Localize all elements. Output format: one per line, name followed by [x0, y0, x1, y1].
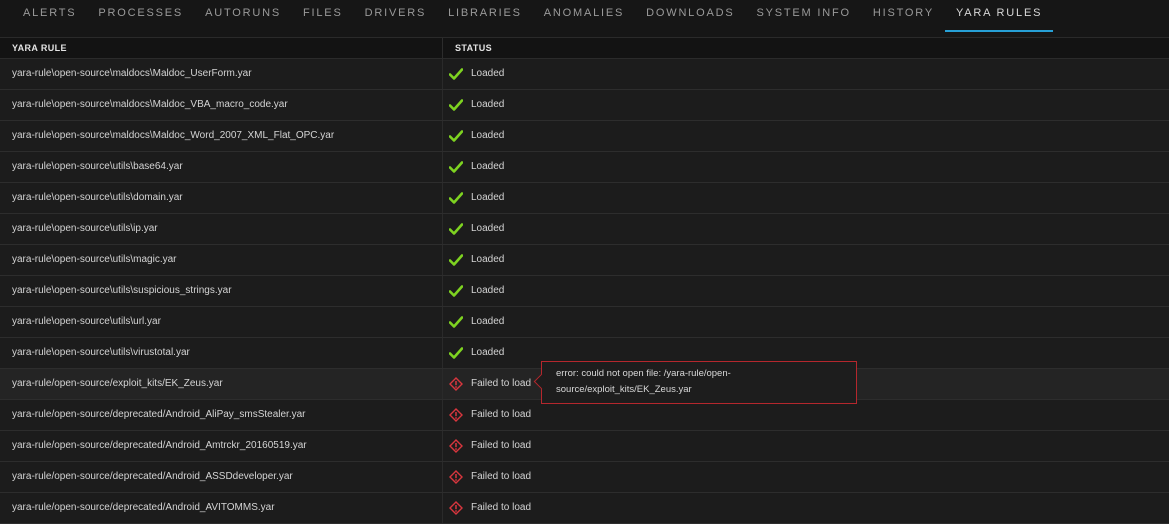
status-cell: Loaded: [443, 214, 1169, 244]
error-diamond-icon[interactable]: [449, 501, 463, 515]
status-text: Loaded: [471, 192, 505, 203]
table-header: YARA RULE STATUS: [0, 38, 1169, 59]
error-diamond-icon[interactable]: [449, 377, 463, 391]
table-row[interactable]: yara-rule/open-source/deprecated/Android…: [0, 431, 1169, 462]
tab-files[interactable]: FILES: [292, 0, 354, 32]
table-row[interactable]: yara-rule\open-source\maldocs\Maldoc_Use…: [0, 59, 1169, 90]
rule-path: yara-rule/open-source/deprecated/Android…: [0, 462, 443, 492]
tab-bar: ALERTS PROCESSES AUTORUNS FILES DRIVERS LIBRA…: [0, 0, 1169, 38]
table-row[interactable]: yara-rule\open-source\utils\suspicious_s…: [0, 276, 1169, 307]
status-text: Failed to load: [471, 378, 532, 389]
error-diamond-icon[interactable]: [449, 470, 463, 484]
table-body: yara-rule\open-source\maldocs\Maldoc_Use…: [0, 59, 1169, 524]
table-row[interactable]: yara-rule/open-source/deprecated/Android…: [0, 400, 1169, 431]
check-icon: [449, 98, 463, 112]
check-icon: [449, 253, 463, 267]
column-header-status[interactable]: STATUS: [443, 38, 1169, 58]
tab-autoruns[interactable]: AUTORUNS: [194, 0, 292, 32]
status-cell: Loaded: [443, 59, 1169, 89]
rule-path: yara-rule\open-source\utils\domain.yar: [0, 183, 443, 213]
rule-path: yara-rule\open-source\utils\url.yar: [0, 307, 443, 337]
rule-path: yara-rule/open-source/deprecated/Android…: [0, 493, 443, 523]
tab-history[interactable]: HISTORY: [862, 0, 945, 32]
check-icon: [449, 191, 463, 205]
check-icon: [449, 67, 463, 81]
status-text: Loaded: [471, 316, 505, 327]
status-cell: Loaded: [443, 90, 1169, 120]
rule-path: yara-rule\open-source\maldocs\Maldoc_Use…: [0, 59, 443, 89]
status-text: Loaded: [471, 223, 505, 234]
error-diamond-icon[interactable]: [449, 439, 463, 453]
rule-path: yara-rule/open-source/deprecated/Android…: [0, 400, 443, 430]
rule-path: yara-rule\open-source\utils\magic.yar: [0, 245, 443, 275]
tab-yara-rules[interactable]: YARA RULES: [944, 0, 1054, 32]
table-row[interactable]: yara-rule/open-source/deprecated/Android…: [0, 462, 1169, 493]
rule-path: yara-rule\open-source\utils\suspicious_s…: [0, 276, 443, 306]
status-cell: Failed to load: [443, 400, 1169, 430]
status-text: Loaded: [471, 99, 505, 110]
status-cell: Loaded: [443, 121, 1169, 151]
table-row[interactable]: yara-rule\open-source\utils\ip.yar Loaded: [0, 214, 1169, 245]
status-text: Loaded: [471, 347, 505, 358]
tooltip-line: source/exploit_kits/EK_Zeus.yar: [556, 384, 692, 395]
table-row[interactable]: yara-rule/open-source/exploit_kits/EK_Ze…: [0, 361, 1169, 404]
status-cell: Loaded: [443, 307, 1169, 337]
status-text: Loaded: [471, 285, 505, 296]
tooltip-line: error: could not open file: /yara-rule/o…: [556, 368, 731, 379]
status-cell: Loaded: [443, 152, 1169, 182]
check-icon: [449, 315, 463, 329]
tab-drivers[interactable]: DRIVERS: [354, 0, 438, 32]
check-icon: [449, 160, 463, 174]
rule-path: yara-rule\open-source\maldocs\Maldoc_VBA…: [0, 90, 443, 120]
status-cell: Loaded: [443, 245, 1169, 275]
rule-path: yara-rule\open-source\utils\base64.yar: [0, 152, 443, 182]
table-row[interactable]: yara-rule\open-source\maldocs\Maldoc_Wor…: [0, 121, 1169, 152]
table-row[interactable]: yara-rule\open-source\utils\domain.yar Lo…: [0, 183, 1169, 214]
status-cell: Failed to load: [443, 493, 1169, 523]
error-tooltip: error: could not open file: /yara-rule/o…: [533, 361, 857, 404]
tab-alerts[interactable]: ALERTS: [12, 0, 87, 32]
tab-anomalies[interactable]: ANOMALIES: [533, 0, 635, 32]
rule-path: yara-rule/open-source/exploit_kits/EK_Ze…: [0, 369, 443, 399]
tab-downloads[interactable]: DOWNLOADS: [635, 0, 745, 32]
table-row[interactable]: yara-rule\open-source\utils\url.yar Loade…: [0, 307, 1169, 338]
table-row[interactable]: yara-rule/open-source/deprecated/Android…: [0, 493, 1169, 524]
status-text: Failed to load: [471, 502, 532, 513]
status-cell: Failed to load: [443, 462, 1169, 492]
rule-path: yara-rule/open-source/deprecated/Android…: [0, 431, 443, 461]
table-row[interactable]: yara-rule\open-source\maldocs\Maldoc_VBA…: [0, 90, 1169, 121]
status-text: Loaded: [471, 254, 505, 265]
status-text: Failed to load: [471, 471, 532, 482]
table-row[interactable]: yara-rule\open-source\utils\magic.yar Loa…: [0, 245, 1169, 276]
check-icon: [449, 222, 463, 236]
status-text: Loaded: [471, 130, 505, 141]
tab-system-info[interactable]: SYSTEM INFO: [745, 0, 861, 32]
status-text: Failed to load: [471, 440, 532, 451]
rule-path: yara-rule\open-source\utils\ip.yar: [0, 214, 443, 244]
rule-path: yara-rule\open-source\maldocs\Maldoc_Wor…: [0, 121, 443, 151]
status-text: Loaded: [471, 68, 505, 79]
status-cell: Loaded: [443, 183, 1169, 213]
rule-path: yara-rule\open-source\utils\virustotal.y…: [0, 338, 443, 368]
yara-rules-table: YARA RULE STATUS yara-rule\open-source\m…: [0, 38, 1169, 524]
status-cell: Loaded: [443, 276, 1169, 306]
tab-processes[interactable]: PROCESSES: [87, 0, 194, 32]
check-icon: [449, 346, 463, 360]
column-header-yara-rule[interactable]: YARA RULE: [0, 38, 443, 58]
status-text: Loaded: [471, 161, 505, 172]
table-row[interactable]: yara-rule\open-source\utils\base64.yar Lo…: [0, 152, 1169, 183]
check-icon: [449, 284, 463, 298]
status-cell: Failed to load: [443, 431, 1169, 461]
error-diamond-icon[interactable]: [449, 408, 463, 422]
status-text: Failed to load: [471, 409, 532, 420]
tab-libraries[interactable]: LIBRARIES: [437, 0, 533, 32]
check-icon: [449, 129, 463, 143]
